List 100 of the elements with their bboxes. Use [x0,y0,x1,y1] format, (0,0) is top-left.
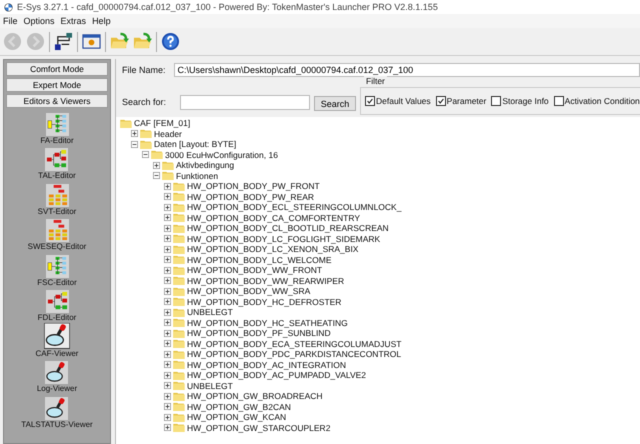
expander-icon[interactable] [164,288,171,295]
expander-icon[interactable] [131,140,138,148]
window-icon[interactable] [82,32,101,51]
expander-icon[interactable] [164,298,171,306]
tree-diagram-icon[interactable] [46,112,68,136]
expander-icon[interactable] [153,172,160,180]
tree-item[interactable]: Header [154,128,182,139]
expander-icon[interactable] [164,182,171,190]
menu-item[interactable]: Extras [60,16,86,26]
magnifier-icon[interactable] [44,323,70,348]
filter-title: Filter [364,76,387,86]
tree-item[interactable]: HW_OPTION_BODY_CL_BOOTLID_REARSCREAN [187,223,389,234]
search-button[interactable]: Search [314,96,356,111]
tree-item[interactable]: HW_OPTION_BODY_LC_FOGLIGHT_SIDEMARK [187,234,380,244]
expander-icon[interactable] [164,277,171,284]
folder-icon [173,286,185,296]
expander-icon[interactable] [164,193,171,200]
expander-icon[interactable] [164,424,171,432]
folder-icon [173,339,185,348]
tree-item[interactable]: HW_OPTION_BODY_LC_WELCOME [187,254,332,265]
expander-icon[interactable] [164,224,171,232]
expander-icon[interactable] [142,151,149,158]
expander-icon[interactable] [164,246,171,253]
folder-icon [140,140,152,149]
tree-item[interactable]: HW_OPTION_BODY_WW_FRONT [187,265,322,276]
tree-item[interactable]: HW_OPTION_GW_KCAN [187,412,286,422]
tree-item[interactable]: 3000 EcuHwConfiguration, 16 [165,150,278,160]
tree-item[interactable]: HW_OPTION_GW_STARCOUPLER2 [187,422,330,433]
filter-checkbox[interactable]: Activation Condition [554,96,640,106]
expander-icon[interactable] [164,372,171,379]
tree-item[interactable]: HW_OPTION_BODY_HC_SEATHEATING [187,318,348,328]
filter-checkbox[interactable]: Parameter [436,96,486,106]
tree-diagram-icon[interactable] [46,184,68,206]
expander-icon[interactable] [164,319,171,326]
tree-item[interactable]: HW_OPTION_BODY_CA_COMFORTENTRY [187,212,360,223]
tree-item[interactable]: HW_OPTION_BODY_WW_REARWIPER [187,276,344,286]
tree-item[interactable]: HW_OPTION_GW_BROADREACH [187,391,323,402]
filter-checkbox[interactable]: Storage Info [491,96,549,106]
tree-item[interactable]: HW_OPTION_BODY_PF_SUNBLIND [187,328,331,338]
tree-item[interactable]: Funktionen [176,170,218,181]
expander-icon[interactable] [164,204,171,211]
expander-icon[interactable] [164,235,171,242]
folder-icon [173,392,185,401]
mode-button[interactable]: Comfort Mode [6,62,108,76]
folder-icon [173,412,185,422]
menu-item[interactable]: Help [92,16,111,26]
tree-item[interactable]: HW_OPTION_BODY_PW_REAR [187,192,314,202]
expander-icon[interactable] [164,414,171,421]
tree-diagram-icon[interactable] [46,290,68,313]
expander-icon[interactable] [164,266,171,274]
tree-item[interactable]: HW_OPTION_BODY_ECL_STEERINGCOLUMNLOCK_ [187,202,402,212]
filter-checkbox[interactable]: Default Values [365,96,431,106]
expander-icon[interactable] [164,330,171,337]
folder-icon[interactable] [133,32,152,51]
search-field[interactable] [180,95,310,110]
tree-item[interactable]: HW_OPTION_BODY_HC_DEFROSTER [187,296,342,307]
expander-icon[interactable] [131,130,138,138]
tree-diagram-icon[interactable] [46,254,68,278]
tool-label: SWESEQ-Editor [28,242,86,252]
expander-icon[interactable] [164,392,171,400]
tree-item[interactable]: UNBELEGT [187,307,233,318]
tree-item[interactable]: HW_OPTION_BODY_AC_PUMPADD_VALVE2 [187,370,366,380]
expander-icon[interactable] [164,214,171,222]
help-icon[interactable] [161,32,180,51]
tree-item[interactable]: Daten [Layout: BYTE] [154,139,236,150]
folder-icon [173,182,185,191]
tree-diagram-icon[interactable] [46,219,68,242]
network-icon[interactable] [54,32,73,51]
tree-item[interactable]: HW_OPTION_BODY_AC_INTEGRATION [187,360,346,370]
menu-item[interactable]: File [3,16,18,26]
folder-icon [173,276,185,286]
mode-button[interactable]: Editors & Viewers [6,94,108,108]
expander-icon[interactable] [164,340,171,348]
folder-icon [173,266,185,275]
mode-button[interactable]: Expert Mode [6,78,108,92]
tree-item[interactable]: Aktivbedingung [176,160,234,170]
folder-icon [173,202,185,212]
menu-item[interactable]: Options [24,16,55,26]
tree-item[interactable]: CAF [FEM_01] [134,118,190,128]
field-label: File Name: [122,65,166,75]
tree-item[interactable]: HW_OPTION_BODY_WW_SRA [187,286,310,296]
expander-icon[interactable] [164,256,171,264]
tree-item[interactable]: HW_OPTION_BODY_LC_XENON_SRA_BIX [187,244,358,254]
expander-icon[interactable] [153,162,160,169]
magnifier-icon[interactable] [45,361,68,384]
tree-item[interactable]: HW_OPTION_BODY_PDC_PARKDISTANCECONTROL [187,349,402,360]
tree-item[interactable]: HW_OPTION_BODY_ECA_STEERINGCOLUMADJUST [187,338,402,349]
expander-icon[interactable] [164,350,171,358]
tool-label: Log-Viewer [36,384,78,394]
tree-item[interactable]: HW_OPTION_GW_B2CAN [187,402,291,412]
expander-icon[interactable] [164,403,171,410]
expander-icon[interactable] [164,361,171,368]
tree-item[interactable]: HW_OPTION_BODY_PW_FRONT [187,181,320,192]
expander-icon[interactable] [164,382,171,390]
open-icon[interactable] [110,32,129,51]
tree-diagram-icon[interactable] [45,148,68,171]
file-name-field[interactable]: C:\Users\shawn\Desktop\cafd_00000794.caf.012_037_100 [174,63,640,77]
tree-item[interactable]: UNBELEGT [187,380,233,391]
expander-icon[interactable] [164,308,171,316]
magnifier-icon[interactable] [45,396,68,420]
